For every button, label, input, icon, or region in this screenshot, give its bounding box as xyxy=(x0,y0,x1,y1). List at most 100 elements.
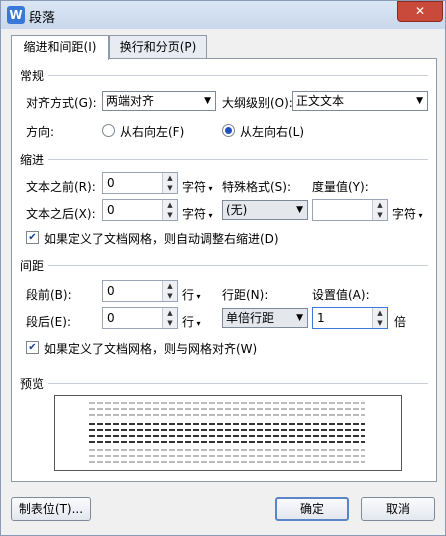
spin-up-icon[interactable]: ▲ xyxy=(373,200,387,210)
snap-grid-checkbox[interactable]: ✔ xyxy=(26,341,39,354)
title-bar[interactable]: W 段落 ✕ xyxy=(1,1,445,29)
chevron-down-icon: ▼ xyxy=(296,313,303,323)
spin-down-icon[interactable]: ▼ xyxy=(163,291,177,301)
ok-button[interactable]: 确定 xyxy=(275,497,349,521)
preview-line xyxy=(89,408,365,410)
space-after-stepper[interactable]: 0 ▲ ▼ xyxy=(102,307,178,329)
spin-down-icon[interactable]: ▼ xyxy=(163,210,177,220)
space-before-value: 0 xyxy=(107,284,115,298)
setting-value: 1 xyxy=(317,311,325,325)
space-before-label: 段前(B): xyxy=(26,288,72,302)
space-after-label: 段后(E): xyxy=(26,315,71,329)
preview-line xyxy=(89,414,365,416)
preview-line xyxy=(89,441,365,443)
space-before-stepper[interactable]: 0 ▲ ▼ xyxy=(102,280,178,302)
tab-panel: 常规 对齐方式(G): 两端对齐 ▼ 大纲级别(O): 正文文本 ▼ 方向: 从… xyxy=(11,58,437,482)
unit-label: 字符 xyxy=(182,207,207,221)
chevron-down-icon: ▾ xyxy=(206,211,213,220)
spacing-heading: 间距 xyxy=(20,259,45,273)
indent-after-stepper[interactable]: 0 ▲ ▼ xyxy=(102,199,178,221)
indent-before-value: 0 xyxy=(107,176,115,190)
spin-up-icon[interactable]: ▲ xyxy=(163,173,177,183)
special-format-select[interactable]: (无) ▼ xyxy=(222,200,308,220)
divider xyxy=(48,75,428,76)
preview-line xyxy=(89,455,365,457)
unit-label: 字符 xyxy=(182,180,207,194)
divider xyxy=(48,265,428,266)
align-select[interactable]: 两端对齐 ▼ xyxy=(102,91,216,111)
align-value: 两端对齐 xyxy=(106,94,155,108)
spin-up-icon[interactable]: ▲ xyxy=(163,281,177,291)
unit-label: 行 xyxy=(182,288,195,302)
unit-label: 行 xyxy=(182,315,195,329)
tab-stops-button[interactable]: 制表位(T)... xyxy=(11,497,91,521)
chevron-down-icon: ▼ xyxy=(416,96,423,106)
tab-indent-spacing[interactable]: 缩进和间距(I) xyxy=(11,35,109,60)
preview-line xyxy=(89,435,365,437)
close-button[interactable]: ✕ xyxy=(397,1,443,22)
preview-line xyxy=(89,402,365,404)
measure-stepper[interactable]: ▲ ▼ xyxy=(312,199,388,221)
ltr-radio[interactable] xyxy=(222,124,235,137)
rtl-radio[interactable] xyxy=(102,124,115,137)
chevron-down-icon: ▼ xyxy=(204,96,211,106)
setting-stepper[interactable]: 1 ▲ ▼ xyxy=(312,307,388,329)
spin-down-icon[interactable]: ▼ xyxy=(163,183,177,193)
chevron-down-icon: ▼ xyxy=(296,205,303,215)
snap-grid-label[interactable]: 如果定义了文档网格，则与网格对齐(W) xyxy=(44,340,257,357)
ltr-label[interactable]: 从左向右(L) xyxy=(240,123,304,140)
space-after-unit[interactable]: 行 ▾ xyxy=(182,313,201,330)
divider xyxy=(48,159,428,160)
chevron-down-icon: ▾ xyxy=(206,184,213,193)
outline-label: 大纲级别(O): xyxy=(222,96,293,110)
line-spacing-select[interactable]: 单倍行距 ▼ xyxy=(222,308,308,328)
line-spacing-label: 行距(N): xyxy=(222,288,269,302)
auto-adjust-checkbox[interactable]: ✔ xyxy=(26,231,39,244)
special-format-value: (无) xyxy=(226,203,248,217)
indent-after-label: 文本之后(X): xyxy=(26,207,96,221)
align-label: 对齐方式(G): xyxy=(26,96,97,110)
rtl-label[interactable]: 从右向左(F) xyxy=(120,123,184,140)
preview-heading: 预览 xyxy=(20,377,45,391)
indent-before-unit[interactable]: 字符 ▾ xyxy=(182,178,213,195)
preview-line xyxy=(89,449,365,451)
spin-up-icon[interactable]: ▲ xyxy=(163,200,177,210)
preview-line xyxy=(89,429,365,431)
indent-before-label: 文本之前(R): xyxy=(26,180,96,194)
spin-down-icon[interactable]: ▼ xyxy=(373,210,387,220)
dialog-title: 段落 xyxy=(29,11,56,26)
close-icon: ✕ xyxy=(414,4,426,18)
general-heading: 常规 xyxy=(20,69,45,83)
direction-label: 方向: xyxy=(26,125,55,139)
chevron-down-icon: ▾ xyxy=(416,211,423,220)
spin-down-icon[interactable]: ▼ xyxy=(163,318,177,328)
cancel-button[interactable]: 取消 xyxy=(361,497,435,521)
measure-label: 度量值(Y): xyxy=(312,180,369,194)
measure-unit[interactable]: 字符 ▾ xyxy=(392,205,423,222)
indent-after-unit[interactable]: 字符 ▾ xyxy=(182,205,213,222)
spin-up-icon[interactable]: ▲ xyxy=(163,308,177,318)
preview-line xyxy=(89,461,365,463)
paragraph-dialog: W 段落 ✕ 缩进和间距(I) 换行和分页(P) 常规 对齐方式(G): 两端对… xyxy=(0,0,446,536)
wps-writer-icon: W xyxy=(7,6,25,24)
indent-after-value: 0 xyxy=(107,203,115,217)
spin-down-icon[interactable]: ▼ xyxy=(373,318,387,328)
setting-label: 设置值(A): xyxy=(312,288,370,302)
indent-before-stepper[interactable]: 0 ▲ ▼ xyxy=(102,172,178,194)
outline-value: 正文文本 xyxy=(296,94,345,108)
chevron-down-icon: ▾ xyxy=(194,319,201,328)
preview-pane xyxy=(54,395,402,471)
space-before-unit[interactable]: 行 ▾ xyxy=(182,286,201,303)
unit-label: 字符 xyxy=(392,207,417,221)
special-label: 特殊格式(S): xyxy=(222,180,292,194)
divider xyxy=(48,383,428,384)
spin-up-icon[interactable]: ▲ xyxy=(373,308,387,318)
indent-heading: 缩进 xyxy=(20,153,45,167)
auto-adjust-label[interactable]: 如果定义了文档网格，则自动调整右缩进(D) xyxy=(44,230,279,247)
setting-unit: 倍 xyxy=(394,315,407,329)
space-after-value: 0 xyxy=(107,311,115,325)
chevron-down-icon: ▾ xyxy=(194,292,201,301)
line-spacing-value: 单倍行距 xyxy=(226,311,275,325)
tab-line-page-break[interactable]: 换行和分页(P) xyxy=(109,35,207,58)
outline-select[interactable]: 正文文本 ▼ xyxy=(292,91,428,111)
